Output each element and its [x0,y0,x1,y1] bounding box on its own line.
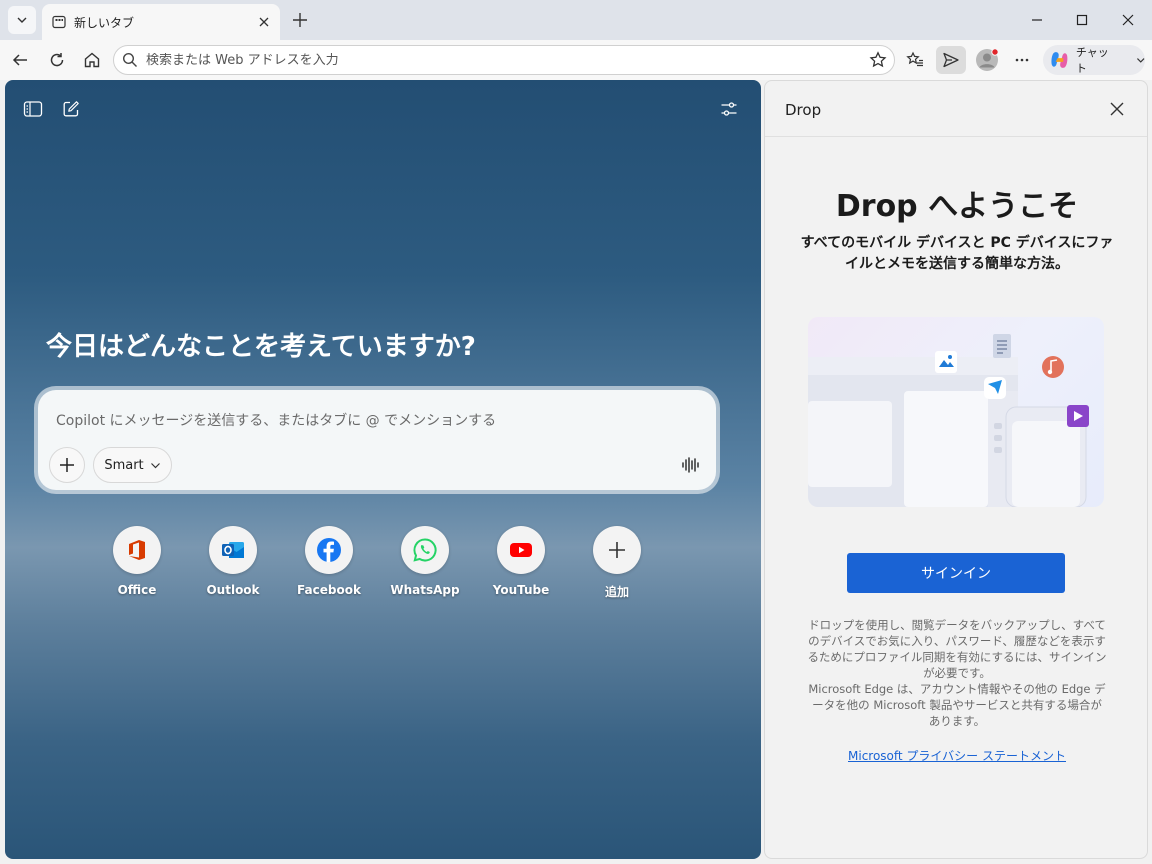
shortcut-outlook[interactable]: Outlook [193,526,273,597]
voice-waveform-icon [682,457,699,473]
shortcut-label: YouTube [492,583,550,597]
chevron-down-icon [1136,58,1144,63]
drop-description: ドロップを使用し、閲覧データをバックアップし、すべてのデバイスでお気に入り、パス… [807,617,1107,729]
minimize-button[interactable] [1014,6,1060,34]
sidebar-panel-icon [23,101,43,117]
mode-select-button[interactable]: Smart [93,447,172,483]
drop-header: Drop [765,81,1147,137]
copilot-composer: Copilot にメッセージを送信する、またはタブに @ でメンションする Sm… [34,386,720,494]
drop-panel: Drop Drop へようこそ すべてのモバイル デバイスと PC デバイスにフ… [764,80,1148,859]
maximize-icon [1076,14,1088,26]
drop-close-button[interactable] [1107,99,1127,119]
send-icon [943,52,959,68]
new-chat-button[interactable] [60,98,82,120]
add-favorite-button[interactable] [868,50,888,70]
address-bar[interactable] [113,45,895,75]
shortcut-label: Facebook [297,583,361,597]
shortcut-add[interactable]: 追加 [577,526,657,600]
new-tab-page: 今日はどんなことを考えていますか? Copilot にメッセージを送信する、また… [5,80,761,859]
shortcut-youtube[interactable]: YouTube [481,526,561,597]
plus-icon [60,458,74,472]
close-icon [1122,14,1134,26]
compose-icon [63,101,79,117]
plus-icon [293,13,307,27]
address-input[interactable] [146,52,846,68]
window-close-button[interactable] [1105,6,1151,34]
sidebar-toggle-button[interactable] [22,98,44,120]
page-settings-button[interactable] [718,98,740,120]
close-icon [259,17,269,27]
copilot-chat-button[interactable]: チャット [1043,45,1145,75]
shortcut-icon-circle [593,526,641,574]
refresh-icon [50,53,64,67]
shortcut-icon-circle [305,526,353,574]
refresh-button[interactable] [43,46,71,74]
close-icon [1110,102,1124,116]
star-icon [869,51,887,68]
shortcut-icon-circle [497,526,545,574]
shortcut-office[interactable]: Office [97,526,177,597]
shortcut-icon-circle [401,526,449,574]
shortcut-label: WhatsApp [390,583,460,597]
facebook-icon [317,538,341,562]
greeting-heading: 今日はどんなことを考えていますか? [46,332,476,362]
navigation-toolbar: チャット [0,40,1152,80]
favorites-button[interactable] [901,46,929,74]
youtube-icon [510,543,532,557]
back-arrow-icon [12,54,27,66]
back-button[interactable] [6,46,34,74]
attach-button[interactable] [49,447,85,483]
chevron-down-icon [150,462,160,468]
tab-title: 新しいタブ [74,15,135,30]
drop-sync-text: ドロップを使用し、閲覧データをバックアップし、すべてのデバイスでお気に入り、パス… [807,618,1107,680]
tab-close-button[interactable] [256,14,272,30]
chevron-down-icon [17,17,27,23]
home-icon [84,52,100,68]
drop-devices-illustration [808,334,1089,507]
plus-icon [609,542,625,558]
tab-new-tab[interactable]: 新しいタブ [42,4,280,40]
drop-title: Drop [785,101,822,119]
drop-subtitle: すべてのモバイル デバイスと PC デバイスにファイルとメモを送信する簡単な方法… [800,235,1114,272]
shortcut-whatsapp[interactable]: WhatsApp [385,526,465,597]
drop-data-sharing-text: Microsoft Edge は、アカウント情報やその他の Edge データを他… [808,682,1106,728]
shortcut-label: Outlook [206,583,260,597]
copilot-icon [1051,52,1068,68]
new-tab-button[interactable] [288,8,312,32]
search-icon [122,52,137,67]
office-icon [129,540,145,560]
title-bar: 新しいタブ [0,0,1152,40]
maximize-button[interactable] [1059,6,1105,34]
favorites-list-icon [906,51,923,67]
composer-box[interactable]: Copilot にメッセージを送信する、またはタブに @ でメンションする Sm… [38,390,716,490]
settings-more-button[interactable] [1008,46,1036,74]
composer-input[interactable]: Copilot にメッセージを送信する、またはタブに @ でメンションする [56,410,496,430]
drop-illustration [808,317,1104,507]
signin-button[interactable]: サインイン [847,553,1065,593]
shortcut-icon-circle [113,526,161,574]
outlook-icon [222,542,244,558]
voice-input-button[interactable] [678,453,702,477]
drop-welcome-heading: Drop へようこそ [835,189,1079,224]
newtab-page-icon [52,15,66,29]
mode-label: Smart [104,457,144,473]
sliders-icon [721,102,737,116]
privacy-statement-link[interactable]: Microsoft プライバシー ステートメント [765,747,1147,764]
tab-actions-menu-button[interactable] [8,6,36,34]
shortcut-icon-circle [209,526,257,574]
shortcut-facebook[interactable]: Facebook [289,526,369,597]
minimize-icon [1032,19,1042,21]
more-horizontal-icon [1015,58,1029,62]
avatar [976,48,999,71]
whatsapp-icon [413,538,437,562]
chat-label: チャット [1075,46,1109,75]
shortcut-label: Office [117,583,157,597]
drop-button[interactable] [936,46,966,74]
profile-button[interactable] [973,46,1001,74]
home-button[interactable] [78,46,106,74]
shortcut-label: 追加 [604,585,629,599]
